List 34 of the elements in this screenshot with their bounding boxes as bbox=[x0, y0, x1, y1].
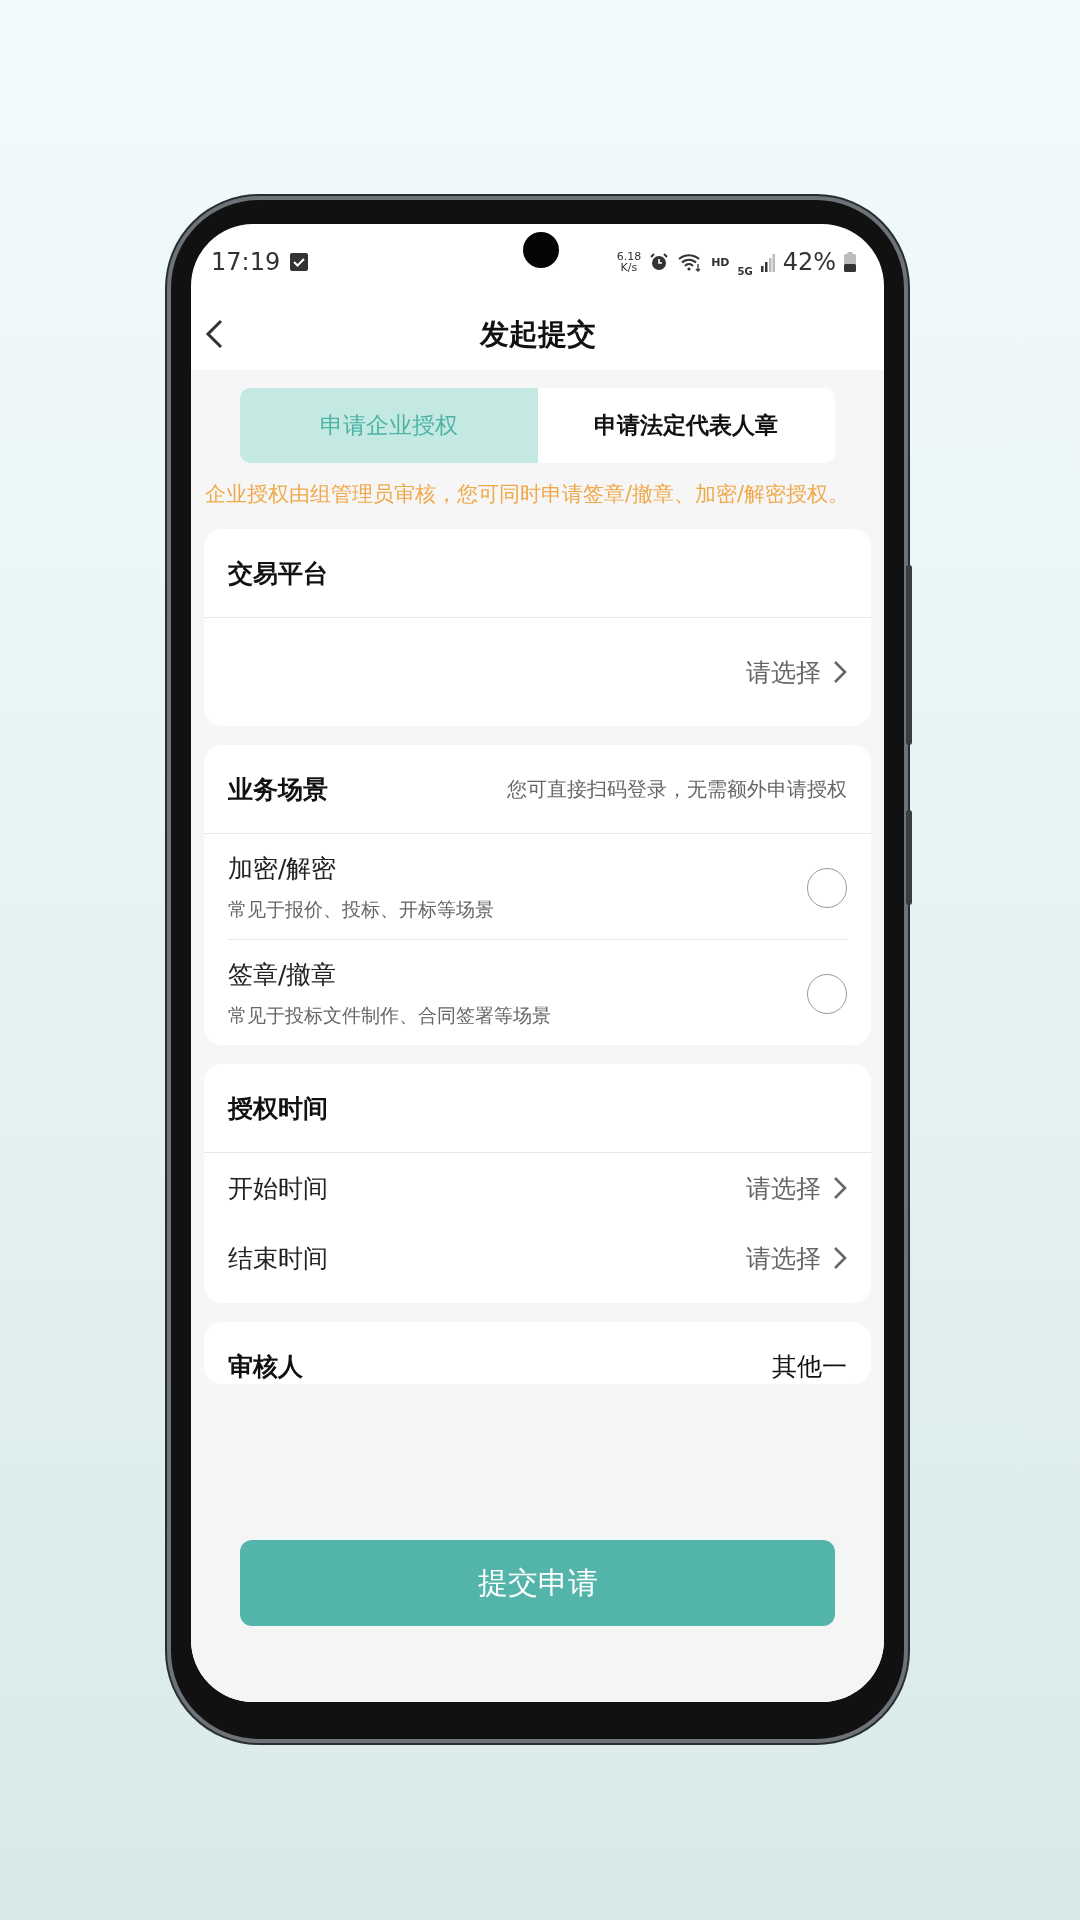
select-field[interactable]: 请选择 bbox=[746, 1171, 821, 1205]
section-hint: 您可直接扫码登录，无需额外申请授权 bbox=[507, 775, 847, 803]
radio-button[interactable] bbox=[807, 973, 847, 1014]
section-title: 授权时间 bbox=[228, 1092, 328, 1125]
page-title: 发起提交 bbox=[479, 316, 596, 353]
alarm-icon bbox=[649, 252, 670, 272]
section-title: 交易平台 bbox=[228, 557, 328, 590]
back-icon bbox=[205, 319, 223, 349]
field-label: 结束时间 bbox=[228, 1242, 328, 1275]
select-field[interactable]: 请选择 bbox=[746, 1241, 821, 1275]
option-description: 常见于投标文件制作、合同签署等场景 bbox=[228, 1003, 551, 1028]
battery-percent: 42% bbox=[782, 248, 836, 276]
clock-time: 17:19 bbox=[211, 248, 281, 276]
camera-hole bbox=[523, 232, 559, 268]
checkbox-icon bbox=[290, 253, 309, 271]
field-label: 开始时间 bbox=[228, 1172, 328, 1205]
option-label: 加密/解密 bbox=[228, 853, 338, 885]
signal-type: 5G bbox=[737, 265, 753, 277]
notice-text: 企业授权由组管理员审核，您可同时申请签章/撤章、加密/解密授权。 bbox=[205, 481, 851, 508]
field-value: 其他一 bbox=[772, 1350, 847, 1383]
section-title: 审核人 bbox=[228, 1350, 303, 1383]
net-speed: 6.18 bbox=[616, 251, 642, 262]
battery-icon bbox=[844, 252, 856, 272]
network-label: HD bbox=[711, 255, 730, 269]
signal-icon bbox=[760, 252, 775, 272]
option-label: 签章/撤章 bbox=[228, 959, 338, 991]
chevron-right-icon bbox=[833, 1246, 847, 1270]
chevron-right-icon bbox=[833, 660, 847, 684]
chevron-right-icon bbox=[833, 1176, 847, 1200]
option-description: 常见于报价、投标、开标等场景 bbox=[228, 897, 494, 922]
radio-button[interactable] bbox=[807, 867, 847, 908]
net-unit: K/s bbox=[620, 262, 638, 273]
section-title: 业务场景 bbox=[228, 773, 328, 806]
select-field[interactable]: 请选择 bbox=[746, 655, 821, 689]
